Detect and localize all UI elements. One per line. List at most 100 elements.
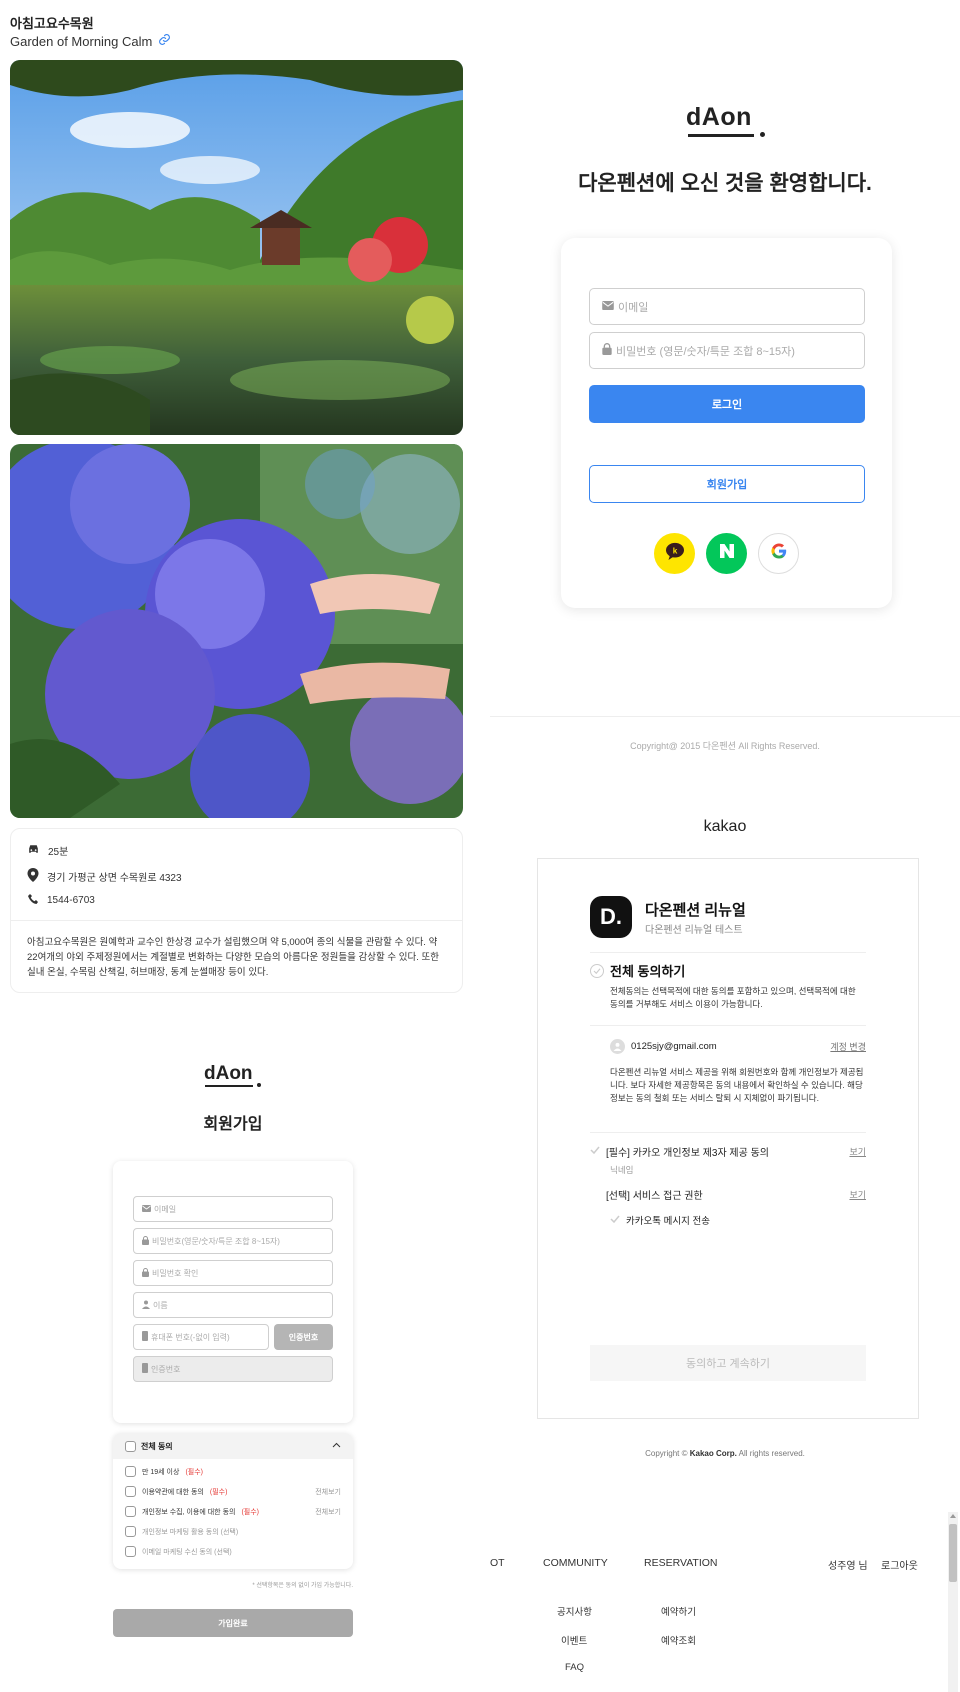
submenu-faq[interactable]: FAQ: [565, 1662, 584, 1673]
account-description: 다온펜션 리뉴얼 서비스 제공을 위해 회원번호와 함께 개인정보가 제공됩니다…: [610, 1067, 864, 1103]
address-row: 경기 가평군 상면 수목원로 4323: [27, 868, 182, 885]
nav-item-community[interactable]: COMMUNITY: [543, 1557, 608, 1569]
view-optional-link[interactable]: 보기: [849, 1188, 866, 1201]
view-required-link[interactable]: 보기: [849, 1145, 866, 1158]
agreement-checkbox[interactable]: [125, 1546, 136, 1557]
view-privacy-link[interactable]: 전체보기: [315, 1507, 341, 1517]
agreement-label: 이메일 마케팅 수신 동의 (선택): [142, 1548, 232, 1556]
consent-item-required-detail: 닉네임: [610, 1165, 634, 1175]
kakao-brand-title: kakao: [703, 818, 747, 835]
submenu-reserve[interactable]: 예약하기: [661, 1604, 696, 1618]
chevron-up-icon[interactable]: [332, 1441, 341, 1450]
agreement-checkbox[interactable]: [125, 1486, 136, 1497]
phone-icon: [27, 893, 39, 908]
send-verification-button[interactable]: 인증번호: [274, 1324, 333, 1350]
scrollbar-thumb[interactable]: [949, 1524, 957, 1582]
agreement-item[interactable]: 이용약관에 대한 동의 (필수) 전체보기: [125, 1486, 341, 1497]
agreement-checkbox[interactable]: [125, 1466, 136, 1477]
required-tag: (필수): [241, 1508, 259, 1516]
change-account-link[interactable]: 계정 변경: [830, 1040, 866, 1053]
naver-login-button[interactable]: [706, 533, 747, 574]
login-copyright: Copyright@ 2015 다온펜션 All Rights Reserved…: [630, 741, 820, 751]
login-logo-underline: [688, 134, 754, 137]
signup-email-input[interactable]: 이메일: [133, 1196, 333, 1222]
login-email-input[interactable]: 이메일: [589, 288, 865, 325]
submenu-event[interactable]: 이벤트: [561, 1633, 587, 1647]
link-icon[interactable]: [158, 33, 171, 49]
submenu-reservation-lookup[interactable]: 예약조회: [661, 1633, 696, 1647]
kakao-account-row: 0125sjy@gmail.com 계정 변경: [610, 1039, 866, 1054]
place-title: 아침고요수목원: [10, 16, 94, 31]
consent-item-required[interactable]: [필수] 카카오 개인정보 제3자 제공 동의 보기: [590, 1144, 866, 1159]
agree-continue-button[interactable]: 동의하고 계속하기: [590, 1345, 866, 1381]
agreement-item[interactable]: 이메일 마케팅 수신 동의 (선택): [125, 1546, 341, 1557]
mail-icon: [602, 300, 614, 313]
agreement-label: 개인정보 마케팅 활용 동의 (선택): [142, 1528, 239, 1536]
agreement-item[interactable]: 개인정보 수집, 이용에 대한 동의 (필수) 전체보기: [125, 1506, 341, 1517]
login-button[interactable]: 로그인: [589, 385, 865, 423]
agreement-checkbox[interactable]: [125, 1506, 136, 1517]
garden-photo: [10, 60, 463, 435]
agreement-item[interactable]: 만 19세 이상 (필수): [125, 1466, 341, 1477]
check-icon[interactable]: [610, 1215, 620, 1226]
consent-subitem-message[interactable]: 카카오톡 메시지 전송: [610, 1213, 866, 1227]
svg-text:k: k: [672, 546, 677, 555]
avatar-icon: [610, 1039, 625, 1054]
logout-link[interactable]: 로그아웃: [881, 1557, 918, 1572]
signup-phone-input[interactable]: 휴대폰 번호(-없이 입력): [133, 1324, 269, 1350]
scrollbar[interactable]: [948, 1512, 958, 1692]
signup-name-input[interactable]: 이름: [133, 1292, 333, 1318]
agreement-item[interactable]: 개인정보 마케팅 활용 동의 (선택): [125, 1526, 341, 1537]
kakao-copyright-suffix: All rights reserved.: [738, 1449, 805, 1458]
signup-submit-button[interactable]: 가입완료: [113, 1609, 353, 1637]
account-email: 0125sjy@gmail.com: [631, 1041, 717, 1052]
agree-all-checkbox[interactable]: [125, 1440, 136, 1452]
signup-password-confirm-input[interactable]: 비밀번호 확인: [133, 1260, 333, 1286]
signup-password-confirm-placeholder: 비밀번호 확인: [152, 1268, 199, 1278]
kakao-icon: k: [665, 542, 685, 565]
login-password-placeholder: 비밀번호 (영문/숫자/특문 조합 8~15자): [616, 345, 795, 358]
verification-code-placeholder: 인증번호: [151, 1364, 181, 1374]
phone-number[interactable]: 1544-6703: [47, 895, 95, 906]
nav-item-ot[interactable]: OT: [490, 1557, 505, 1569]
address: 경기 가평군 상면 수목원로 4323: [47, 873, 182, 884]
google-login-button[interactable]: [758, 533, 799, 574]
kakao-login-button[interactable]: k: [654, 533, 695, 574]
login-password-input[interactable]: 비밀번호 (영문/숫자/특문 조합 8~15자): [589, 332, 865, 369]
consent-agree-all-label: 전체 동의하기: [610, 964, 686, 979]
mobile-icon: [142, 1331, 148, 1343]
consent-item-optional[interactable]: [선택] 서비스 접근 권한 보기: [590, 1187, 866, 1202]
scroll-up-arrow-icon[interactable]: [950, 1514, 956, 1518]
phone-row: 1544-6703: [27, 893, 95, 908]
consent-divider: [590, 1025, 866, 1026]
agreement-checkbox[interactable]: [125, 1526, 136, 1537]
user-greeting: 성주영 님: [828, 1561, 868, 1572]
signup-name-placeholder: 이름: [153, 1300, 168, 1310]
login-logo: dAon: [686, 103, 752, 131]
login-footer-divider: [490, 716, 960, 717]
signup-link-button[interactable]: 회원가입: [589, 465, 865, 503]
check-circle-icon[interactable]: [590, 963, 604, 978]
verification-code-input[interactable]: 인증번호: [133, 1356, 333, 1382]
app-description: 다온펜션 리뉴얼 테스트: [645, 925, 743, 936]
submenu-notice[interactable]: 공지사항: [557, 1604, 592, 1618]
place-description: 아침고요수목원은 원예학과 교수인 한상경 교수가 설립했으며 약 5,000여…: [27, 937, 439, 978]
user-icon: [142, 1300, 150, 1311]
agree-all-label: 전체 동의: [141, 1441, 173, 1451]
signup-logo-underline: [205, 1085, 253, 1087]
location-pin-icon: [27, 868, 39, 885]
mobile-icon: [142, 1363, 148, 1375]
signup-password-input[interactable]: 비밀번호(영문/숫자/특문 조합 8~15자): [133, 1228, 333, 1254]
check-icon[interactable]: [590, 1146, 600, 1157]
login-logo-dot: [760, 132, 765, 137]
agree-all-row[interactable]: 전체 동의: [113, 1433, 353, 1459]
signup-title: 회원가입: [203, 1116, 263, 1133]
view-terms-link[interactable]: 전체보기: [315, 1487, 341, 1497]
app-logo: D.: [590, 896, 632, 938]
kakao-copyright-brand: Kakao Corp.: [689, 1449, 737, 1458]
lock-icon: [142, 1267, 149, 1279]
signup-email-placeholder: 이메일: [154, 1204, 177, 1214]
naver-icon: [719, 543, 735, 564]
nav-item-reservation[interactable]: RESERVATION: [644, 1557, 718, 1569]
consent-agree-all[interactable]: 전체 동의하기: [590, 961, 685, 980]
